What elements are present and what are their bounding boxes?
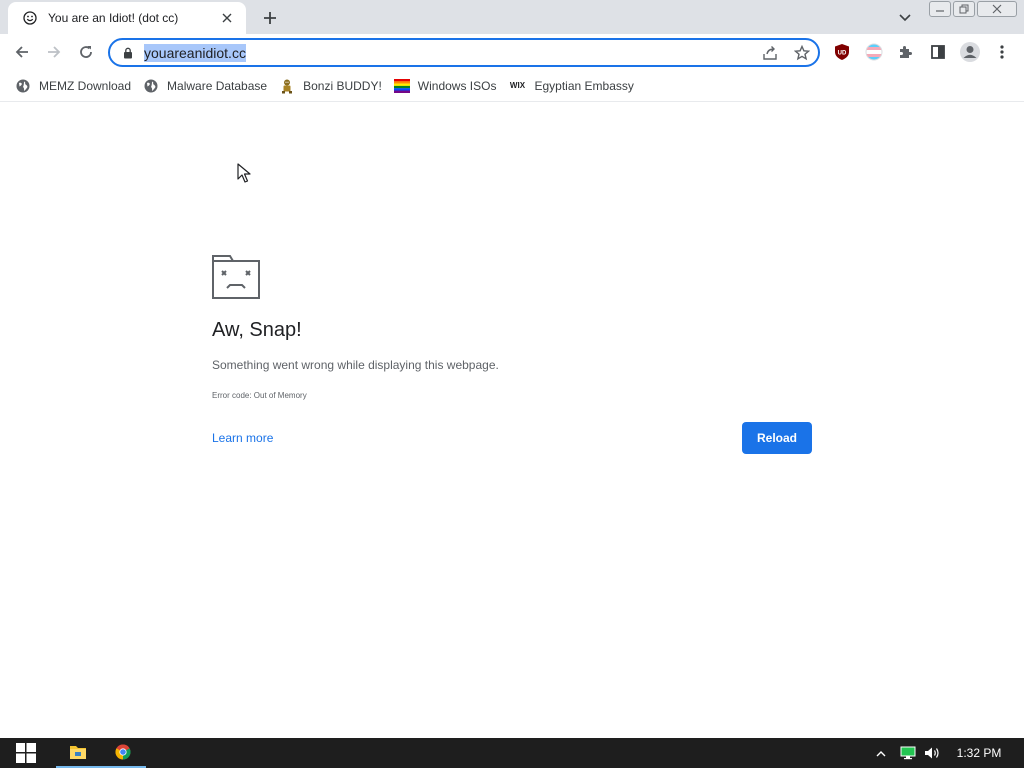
learn-more-link[interactable]: Learn more — [212, 431, 273, 445]
tab-strip: You are an Idiot! (dot cc) — [0, 0, 1024, 34]
clock[interactable]: 1:32 PM — [948, 738, 1010, 768]
smiley-icon — [22, 10, 38, 26]
error-code: Error code: Out of Memory — [212, 391, 307, 400]
svg-text:UD: UD — [838, 51, 847, 57]
restore-button[interactable] — [953, 1, 975, 17]
lock-icon[interactable] — [121, 46, 135, 60]
browser-toolbar: youareanidiot.cc UD — [0, 34, 1024, 70]
error-message: Something went wrong while displaying th… — [212, 358, 499, 372]
reload-button[interactable]: Reload — [742, 422, 812, 454]
share-icon[interactable] — [760, 43, 780, 63]
minimize-button[interactable] — [929, 1, 951, 17]
taskbar-chrome[interactable] — [100, 738, 146, 768]
rainbow-flag-icon — [393, 78, 410, 94]
bookmarks-bar: MEMZ Download Malware Database Bonzi BUD… — [0, 70, 1024, 102]
more-menu-icon[interactable] — [992, 42, 1012, 62]
bookmark-memz-download[interactable]: MEMZ Download — [12, 74, 138, 98]
folder-icon — [70, 746, 86, 759]
sad-folder-icon — [212, 255, 260, 299]
side-panel-icon[interactable] — [928, 42, 948, 62]
bookmark-label: Malware Database — [167, 78, 268, 93]
bookmark-label: Windows ISOs — [417, 78, 497, 93]
bonzi-icon — [279, 78, 295, 94]
bookmark-label: MEMZ Download — [39, 78, 132, 93]
url-text[interactable]: youareanidiot.cc — [144, 43, 246, 62]
profile-avatar-icon[interactable] — [959, 41, 981, 63]
bookmark-malware-database[interactable]: Malware Database — [140, 74, 274, 98]
page-content: Aw, Snap! Something went wrong while dis… — [0, 103, 1024, 738]
start-button[interactable] — [0, 738, 52, 768]
tab-search-chevron-icon[interactable] — [895, 8, 915, 28]
forward-button[interactable] — [40, 38, 68, 66]
globe-icon — [143, 78, 159, 94]
trans-flag-extension-icon[interactable] — [864, 42, 884, 62]
windows-logo-icon — [16, 743, 36, 763]
bookmark-windows-isos[interactable]: Windows ISOs — [391, 74, 504, 98]
bookmark-label: Bonzi BUDDY! — [303, 78, 382, 93]
mouse-cursor-icon — [237, 163, 251, 183]
wix-icon: WIX — [509, 81, 526, 90]
chrome-icon — [115, 744, 131, 760]
extensions-puzzle-icon[interactable] — [896, 42, 916, 62]
taskbar-file-explorer[interactable] — [56, 738, 100, 768]
reload-icon[interactable] — [72, 38, 100, 66]
bookmark-egyptian-embassy[interactable]: WIX Egyptian Embassy — [505, 74, 640, 98]
bookmark-star-icon[interactable] — [792, 43, 812, 63]
taskbar: 1:32 PM — [0, 738, 1024, 768]
address-bar[interactable]: youareanidiot.cc — [108, 38, 820, 67]
bookmark-label: Egyptian Embassy — [534, 78, 634, 93]
globe-icon — [15, 78, 31, 94]
error-title: Aw, Snap! — [212, 319, 302, 341]
back-button[interactable] — [8, 38, 36, 66]
tray-chevron-icon[interactable] — [872, 738, 890, 768]
tab-active[interactable]: You are an Idiot! (dot cc) — [8, 2, 246, 34]
tab-close-icon[interactable] — [218, 9, 236, 27]
new-tab-button[interactable] — [258, 6, 282, 30]
volume-icon[interactable] — [922, 738, 942, 768]
network-monitor-icon[interactable] — [898, 738, 918, 768]
tab-title: You are an Idiot! (dot cc) — [48, 11, 179, 25]
ublock-origin-icon[interactable]: UD — [832, 42, 852, 62]
bookmark-bonzi-buddy[interactable]: Bonzi BUDDY! — [276, 74, 389, 98]
close-window-button[interactable] — [977, 1, 1017, 17]
